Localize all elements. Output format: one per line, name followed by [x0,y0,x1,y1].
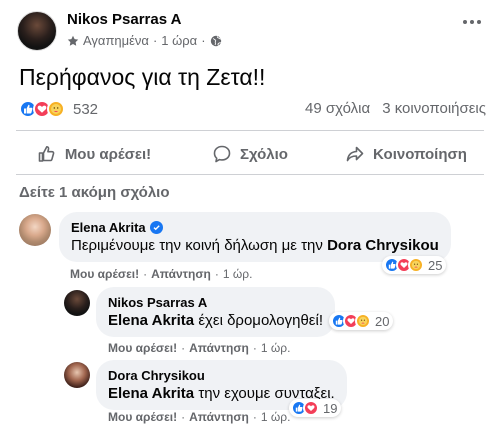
commenter-avatar[interactable] [64,362,90,388]
share-button-label: Κοινοποίηση [373,145,467,163]
comment-reaction-count: 20 [375,313,390,329]
comment-time[interactable]: 1 ώρ. [223,267,253,281]
share-button[interactable]: Κοινοποίηση [328,137,484,171]
comment-actions: Μου αρέσει! · Απάντηση · 1 ώρ. [108,341,291,355]
view-more-comments-link[interactable]: Δείτε 1 ακόμη σχόλιο [19,184,170,201]
comment-reply-link[interactable]: Απάντηση [189,410,249,424]
commenter-avatar[interactable] [64,290,90,316]
comment-bubble: Elena Akrita Περιμένουμε την κοινή δήλωσ… [59,212,451,262]
love-reaction-icon [303,400,319,416]
comment-reactions[interactable]: 19 [289,399,342,417]
post-meta: Αγαπημένα · 1 ώρα · [67,33,222,48]
post-time[interactable]: 1 ώρα [161,33,197,48]
comment-like-link[interactable]: Μου αρέσει! [108,410,177,424]
reaction-count[interactable]: 532 [73,101,98,118]
comments-count[interactable]: 49 σχόλια [305,100,370,117]
comment-icon [213,145,231,163]
post-text: Περήφανος για τη Ζετα!! [19,64,266,90]
comment-time[interactable]: 1 ώρ. [261,410,291,424]
comment-like-link[interactable]: Μου αρέσει! [70,267,139,281]
comment-reply-link[interactable]: Απάντηση [151,267,211,281]
comment-reply-link[interactable]: Απάντηση [189,341,249,355]
mention-link[interactable]: Elena Akrita [108,385,194,402]
comment-reactions[interactable]: 20 [329,312,394,330]
post-stats: 49 σχόλια 3 κοινοποιήσεις [305,100,486,117]
share-icon [346,146,364,162]
divider [16,174,484,175]
divider [16,130,484,131]
comment-button-label: Σχόλιο [240,145,288,163]
post-author-avatar[interactable] [17,11,57,51]
commenter-name[interactable]: Nikos Psarras A [108,295,207,310]
care-reaction-icon [355,313,371,329]
comment-reaction-count: 19 [323,400,338,416]
post-meta-favorites[interactable]: Αγαπημένα [83,33,149,48]
comment-bubble: Nikos Psarras A Elena Akrita έχει δρομολ… [96,287,335,337]
comment-button[interactable]: Σχόλιο [172,137,328,171]
comment-actions: Μου αρέσει! · Απάντηση · 1 ώρ. [108,410,291,424]
star-icon [67,35,79,46]
meta-separator: · [201,33,206,48]
commenter-avatar[interactable] [19,214,51,246]
comment-time[interactable]: 1 ώρ. [261,341,291,355]
like-button[interactable]: Μου αρέσει! [16,137,172,171]
mention-link[interactable]: Dora Chrysikou [327,237,439,254]
post-author-name[interactable]: Nikos Psarras A [67,11,182,28]
care-reaction-icon [408,257,424,273]
post-action-bar: Μου αρέσει! Σχόλιο Κοινοποίηση [16,137,484,171]
reaction-summary[interactable]: 532 [19,100,98,118]
comment-text: Περιμένουμε την κοινή δήλωση με την Dora… [71,237,439,254]
commenter-name[interactable]: Dora Chrysikou [108,368,205,383]
verified-badge-icon [149,221,163,234]
comment-reactions[interactable]: 25 [382,256,447,274]
comment-actions: Μου αρέσει! · Απάντηση · 1 ώρ. [70,267,253,281]
comment-reaction-count: 25 [428,257,443,273]
mention-link[interactable]: Elena Akrita [108,312,194,329]
comment-like-link[interactable]: Μου αρέσει! [108,341,177,355]
comment-text: Elena Akrita έχει δρομολογηθεί! [108,312,323,329]
shares-count[interactable]: 3 κοινοποιήσεις [382,100,486,117]
commenter-name[interactable]: Elena Akrita [71,220,146,235]
more-options-icon[interactable] [460,14,484,30]
globe-icon [210,35,221,46]
care-reaction-icon [47,100,65,118]
meta-separator: · [152,33,158,48]
thumbs-up-icon [38,146,55,162]
like-button-label: Μου αρέσει! [64,145,152,163]
